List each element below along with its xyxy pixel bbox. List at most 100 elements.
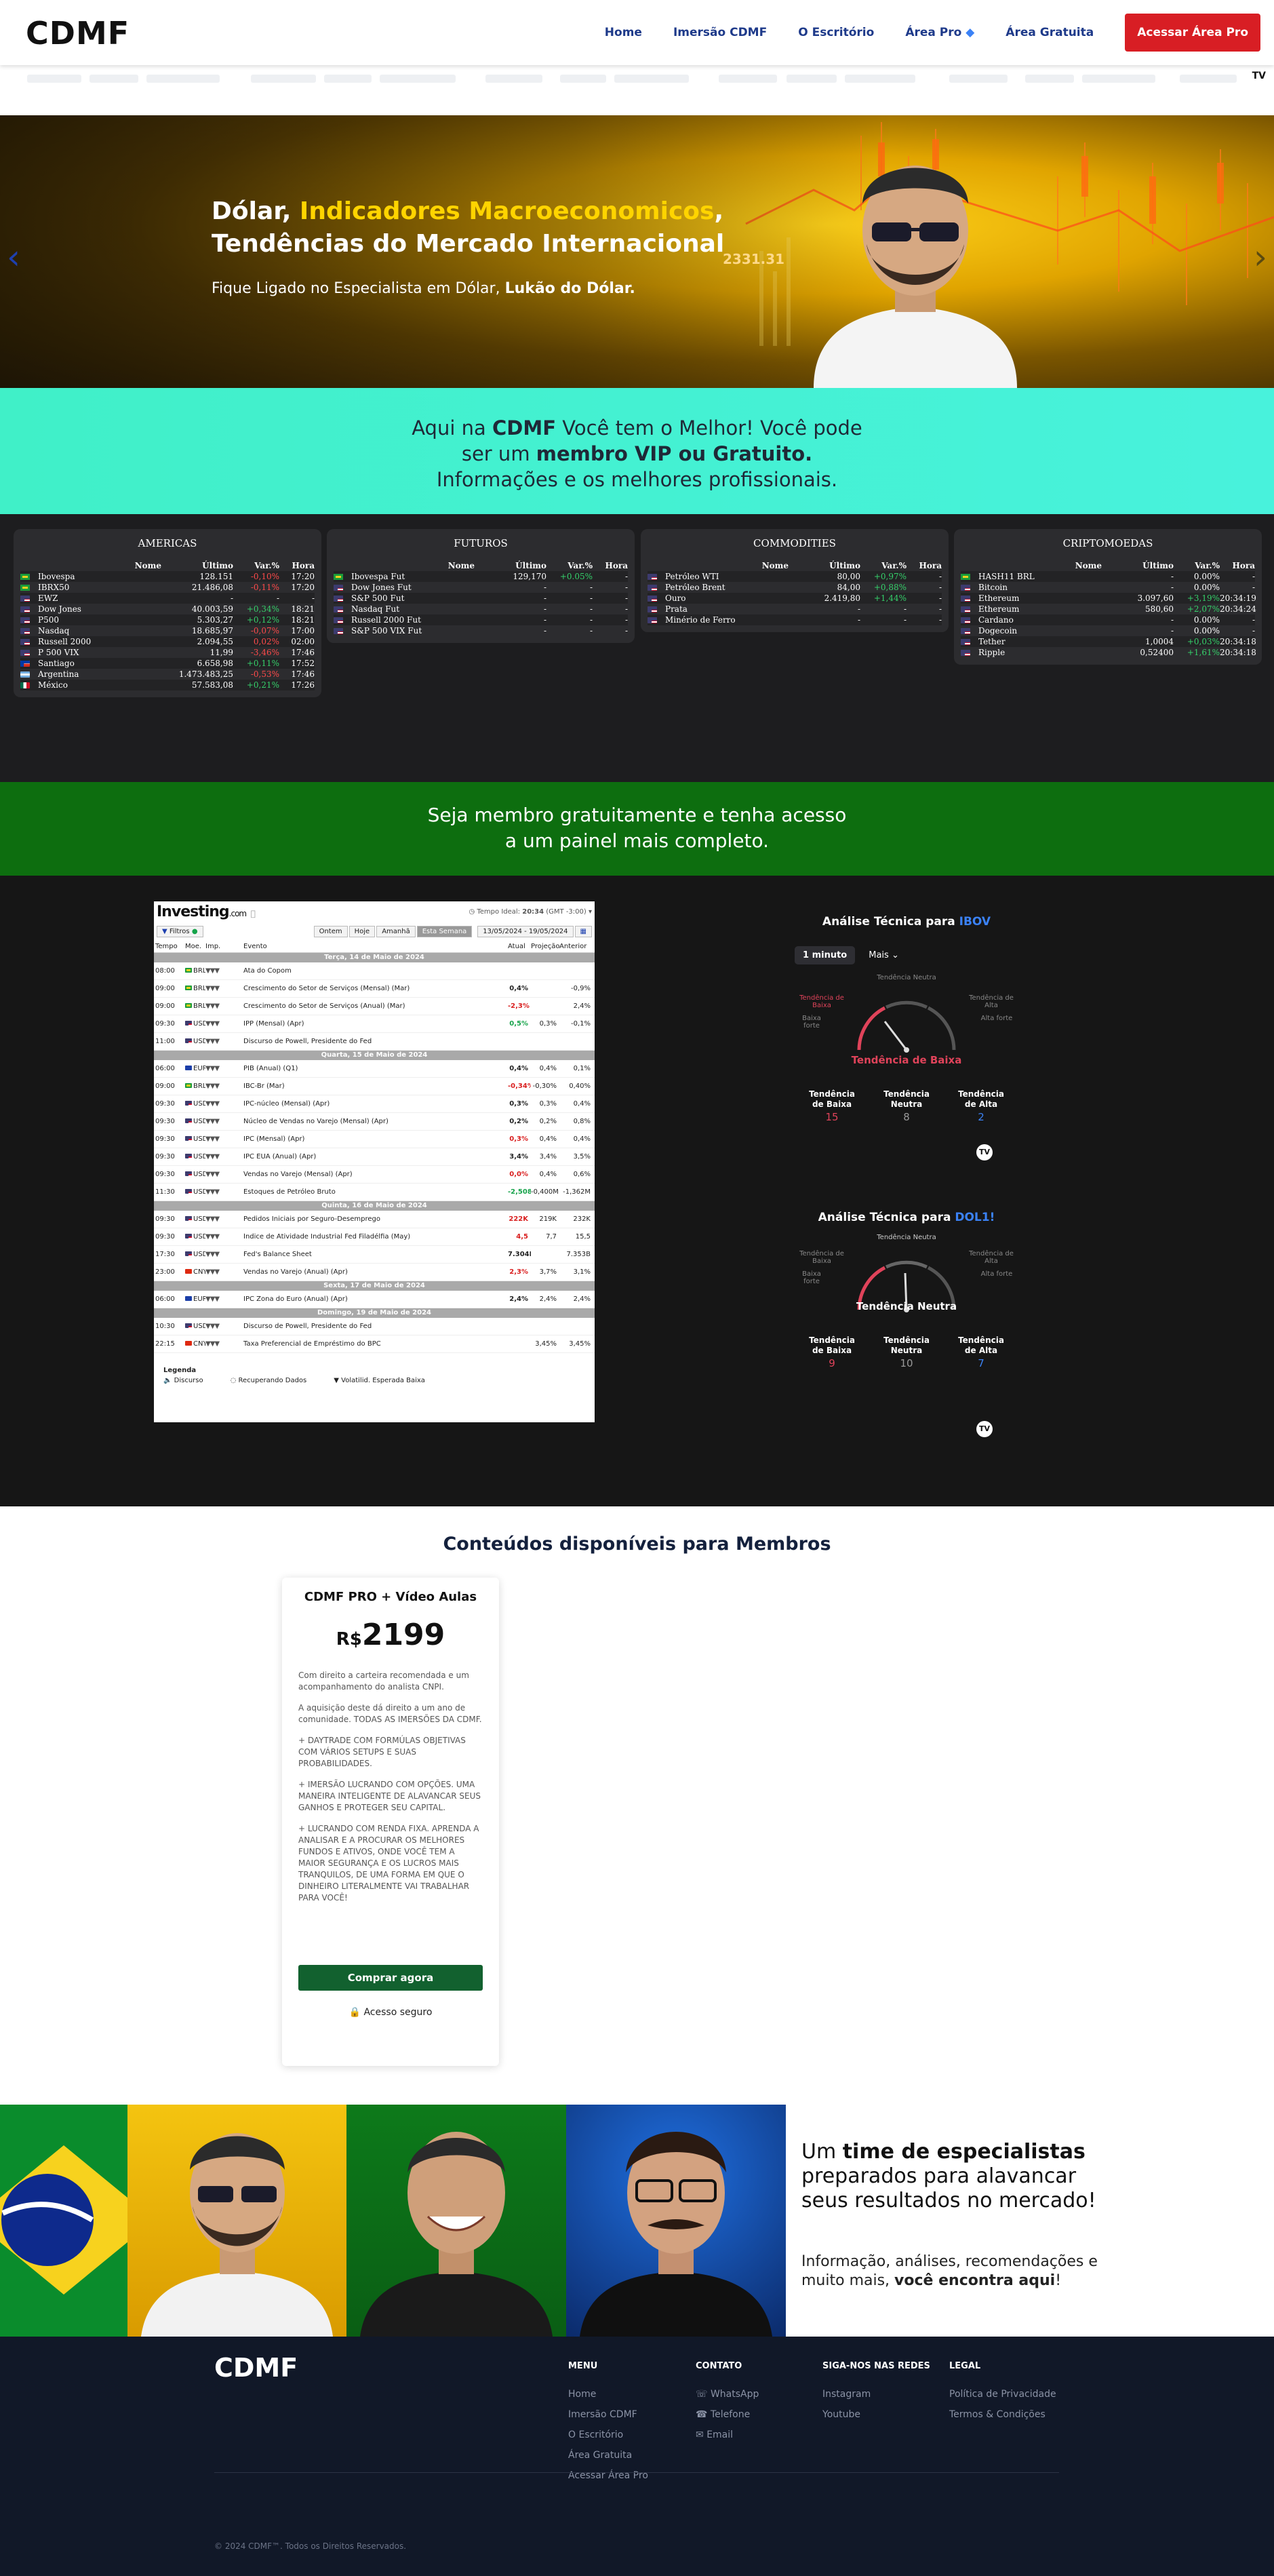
calendar-event-row[interactable]: 09:00 BRL ▼▼▼ Crescimento do Setor de Servi…	[154, 998, 595, 1015]
tradingview-logo-icon[interactable]: TV	[976, 1144, 993, 1160]
economic-calendar-widget[interactable]: Investing.com  ◷ Tempo Ideal: 20:34 (GM…	[154, 901, 595, 1422]
calendar-event-row[interactable]: 10:30 USD▼▼▼ Discurso de Powell, President…	[154, 1318, 595, 1335]
date-range-input[interactable]: 13/05/2024 - 19/05/2024	[477, 925, 574, 937]
quote-row[interactable]: Dogecoin - 0.00% -	[961, 625, 1255, 636]
footer-link-privacy[interactable]: Política de Privacidade	[949, 2389, 1056, 2400]
event-name: Vendas no Varejo (Mensal) (Apr)	[243, 1171, 353, 1178]
quote-row[interactable]: Prata - - -	[648, 604, 942, 614]
quote-row[interactable]: S&P 500 VIX Fut - - -	[334, 625, 628, 636]
calendar-event-row[interactable]: 11:30 USD▼▼▼ Estoques de Petróleo Bruto -2,…	[154, 1184, 595, 1201]
footer-link-email[interactable]: ✉ Email	[696, 2429, 759, 2440]
nav-link-home[interactable]: Home	[605, 26, 642, 39]
calendar-event-row[interactable]: 09:30 USD▼▼▼ Pedidos Iniciais por Seguro-D…	[154, 1211, 595, 1228]
calendar-event-row[interactable]: 06:00 EUR▼▼▼ PIB (Anual) (Q1) 0,4% 0,4% 0,1%	[154, 1060, 595, 1078]
slider-next-icon[interactable]: ›	[1254, 237, 1267, 277]
tomorrow-button[interactable]: Amanhã	[376, 925, 416, 937]
technical-analysis-dol[interactable]: Análise Técnica para DOL1! Tendência Neu…	[795, 1211, 1018, 1437]
quote-row[interactable]: S&P 500 Fut - - -	[334, 593, 628, 604]
calendar-event-row[interactable]: 09:30 USD▼▼▼ Índice de Atividade Industria…	[154, 1228, 595, 1246]
footer-link-instagram[interactable]: Instagram	[822, 2389, 930, 2400]
calendar-event-row[interactable]: 06:00 EUR▼▼▼ IPC Zona do Euro (Anual) (Apr…	[154, 1291, 595, 1308]
tech1-symbol[interactable]: IBOV	[959, 915, 991, 929]
filter-button[interactable]: ▼ Filtros ●	[157, 925, 203, 937]
calendar-event-row[interactable]: 22:15 CNY▼▼▼ Taxa Preferencial de Emprésti…	[154, 1335, 595, 1353]
event-forecast: 3,4%	[539, 1153, 557, 1160]
calendar-event-row[interactable]: 09:30 USD▼▼▼ IPP (Mensal) (Apr) 0,5% 0,3% -0,…	[154, 1015, 595, 1033]
quote-row[interactable]: Russell 2000 2.094,55 0,02% 02:00	[20, 636, 315, 647]
calendar-event-row[interactable]: 09:30 USD▼▼▼ Vendas no Varejo (Mensal) (Ap…	[154, 1166, 595, 1184]
quote-row[interactable]: Petróleo WTI 80,00 +0,97% -	[648, 571, 942, 582]
calendar-event-row[interactable]: 23:00 CNY▼▼▼ Vendas no Varejo (Anual) (Apr…	[154, 1264, 595, 1281]
calendar-event-row[interactable]: 09:30 USD▼▼▼ IPC-núcleo (Mensal) (Apr) 0,3%…	[154, 1095, 595, 1113]
today-button[interactable]: Hoje	[349, 925, 376, 937]
footer-logo[interactable]: CDMF	[214, 2353, 298, 2383]
quote-row[interactable]: Cardano - 0.00% -	[961, 614, 1255, 625]
tech2-symbol[interactable]: DOL1!	[955, 1211, 995, 1224]
quote-row[interactable]: Ethereum 580,60 +2,07% 20:34:24	[961, 604, 1256, 614]
footer-link-home[interactable]: Home	[568, 2389, 648, 2400]
footer-link-escritorio[interactable]: O Escritório	[568, 2429, 648, 2440]
buy-now-button[interactable]: Comprar agora	[298, 1965, 483, 1991]
quote-row[interactable]: Ouro 2.419,80 +1,44% -	[648, 593, 942, 604]
calendar-event-row[interactable]: 09:00 BRL▼▼▼ IBC-Br (Mar) -0,34%-0,30% 0,40%	[154, 1078, 595, 1095]
quote-row[interactable]: Bitcoin - 0.00% -	[961, 582, 1255, 593]
calendar-event-row[interactable]: 17:30 USD▼▼▼ Fed's Balance Sheet 7.304B 7.35…	[154, 1246, 595, 1264]
footer-link-phone[interactable]: ☎ Telefone	[696, 2409, 759, 2420]
col-previous: Anterior	[559, 943, 587, 950]
calendar-event-row[interactable]: 09:30 USD▼▼▼ IPC EUA (Anual) (Apr) 3,4% 3,4%…	[154, 1148, 595, 1166]
access-pro-button[interactable]: Acessar Área Pro	[1125, 14, 1260, 52]
quote-row[interactable]: Russell 2000 Fut - - -	[334, 614, 628, 625]
footer-link-youtube[interactable]: Youtube	[822, 2409, 930, 2420]
quote-row[interactable]: Nasdaq Fut - - -	[334, 604, 628, 614]
quote-row[interactable]: IBRX50 21.486,08 -0,11% 17:20	[20, 582, 315, 593]
quote-row[interactable]: México 57.583,08 +0,21% 17:26	[20, 680, 315, 690]
this-week-button[interactable]: Esta Semana	[416, 925, 473, 937]
footer-link-whatsapp[interactable]: ☏ WhatsApp	[696, 2389, 759, 2400]
footer-link-imersao[interactable]: Imersão CDMF	[568, 2409, 648, 2420]
nav-link-imersao[interactable]: Imersão CDMF	[673, 26, 767, 39]
quote-row[interactable]: Ethereum 3.097,60 +3,19% 20:34:19	[961, 593, 1256, 604]
calendar-icon[interactable]: ▦	[574, 925, 592, 937]
tab-1-minute[interactable]: 1 minuto	[795, 946, 856, 964]
quote-row[interactable]: P500 5.303,27 +0,12% 18:21	[20, 614, 315, 625]
tradingview-logo-icon[interactable]: TV	[1252, 71, 1266, 81]
quote-row[interactable]: Argentina 1.473.483,25 -0,53% 17:46	[20, 669, 315, 680]
calendar-time[interactable]: ◷ Tempo Ideal: 20:34 (GMT -3:00) ▾	[469, 908, 592, 916]
calendar-event-row[interactable]: 11:00 USD▼▼▼ Discurso de Powell, President…	[154, 1033, 595, 1051]
yesterday-button[interactable]: Ontem	[313, 925, 348, 937]
calendar-event-row[interactable]: 09:30 USD▼▼▼ Núcleo de Vendas no Varejo (M…	[154, 1113, 595, 1131]
logo[interactable]: CDMF	[26, 15, 130, 52]
quote-row[interactable]: Dow Jones Fut - - -	[334, 582, 628, 593]
quote-row[interactable]: Petróleo Brent 84,00 +0,88% -	[648, 582, 942, 593]
tab-more[interactable]: Mais ⌄	[866, 946, 902, 964]
quote-name: Cardano	[978, 615, 1014, 625]
footer-link-terms[interactable]: Termos & Condições	[949, 2409, 1056, 2420]
quote-row[interactable]: Dow Jones 40.003,59 +0,34% 18:21	[20, 604, 315, 614]
quote-row[interactable]: Tether 1,0004 +0,03% 20:34:18	[961, 636, 1256, 647]
quote-row[interactable]: EWZ - - -	[20, 593, 315, 604]
nav-link-area-gratuita[interactable]: Área Gratuita	[1006, 26, 1094, 39]
slider-prev-icon[interactable]: ‹	[7, 237, 20, 277]
tradingview-logo-icon[interactable]: TV	[976, 1421, 993, 1437]
tech2-count-sell-label: Tendência de Baixa	[809, 1335, 855, 1355]
quote-row[interactable]: HASH11 BRL - 0.00% -	[961, 571, 1255, 582]
event-name: Pedidos Iniciais por Seguro-Desemprego	[243, 1215, 381, 1223]
investing-logo[interactable]: Investing.com 	[157, 903, 256, 920]
calendar-event-row[interactable]: 09:30 USD▼▼▼ IPC (Mensal) (Apr) 0,3% 0,4% 0,4…	[154, 1131, 595, 1148]
quote-row[interactable]: Ripple 0,52400 +1,61% 20:34:18	[961, 647, 1256, 658]
nav-link-area-pro[interactable]: Área Pro ◆	[905, 26, 974, 39]
calendar-event-row[interactable]: 09:00 BRL ▼▼▼ Crescimento do Setor de Servi…	[154, 980, 595, 998]
technical-analysis-ibov[interactable]: Análise Técnica para IBOV 1 minuto Mais …	[795, 915, 1018, 1160]
calendar-event-row[interactable]: 08:00 BRL ▼▼▼ Ata do Copom	[154, 962, 595, 980]
quote-row[interactable]: Minério de Ferro - - -	[648, 614, 942, 625]
quote-row[interactable]: Nasdaq 18.685,97 -0,07% 17:00	[20, 625, 315, 636]
quote-row[interactable]: Ibovespa Fut 129,170 +0.05% -	[334, 571, 628, 582]
footer-link-area-gratuita[interactable]: Área Gratuita	[568, 2450, 648, 2461]
quote-time: 20:34:18	[1220, 637, 1256, 646]
ticker-tape-widget[interactable]	[0, 65, 1274, 115]
nav-link-escritorio[interactable]: O Escritório	[798, 26, 874, 39]
quote-row[interactable]: Ibovespa 128.151 -0,10% 17:20	[20, 571, 315, 582]
last-header: Último	[515, 561, 546, 570]
quote-row[interactable]: Santiago 6.658,98 +0,11% 17:52	[20, 658, 315, 669]
quote-row[interactable]: P 500 VIX 11,99 -3,46% 17:46	[20, 647, 315, 658]
